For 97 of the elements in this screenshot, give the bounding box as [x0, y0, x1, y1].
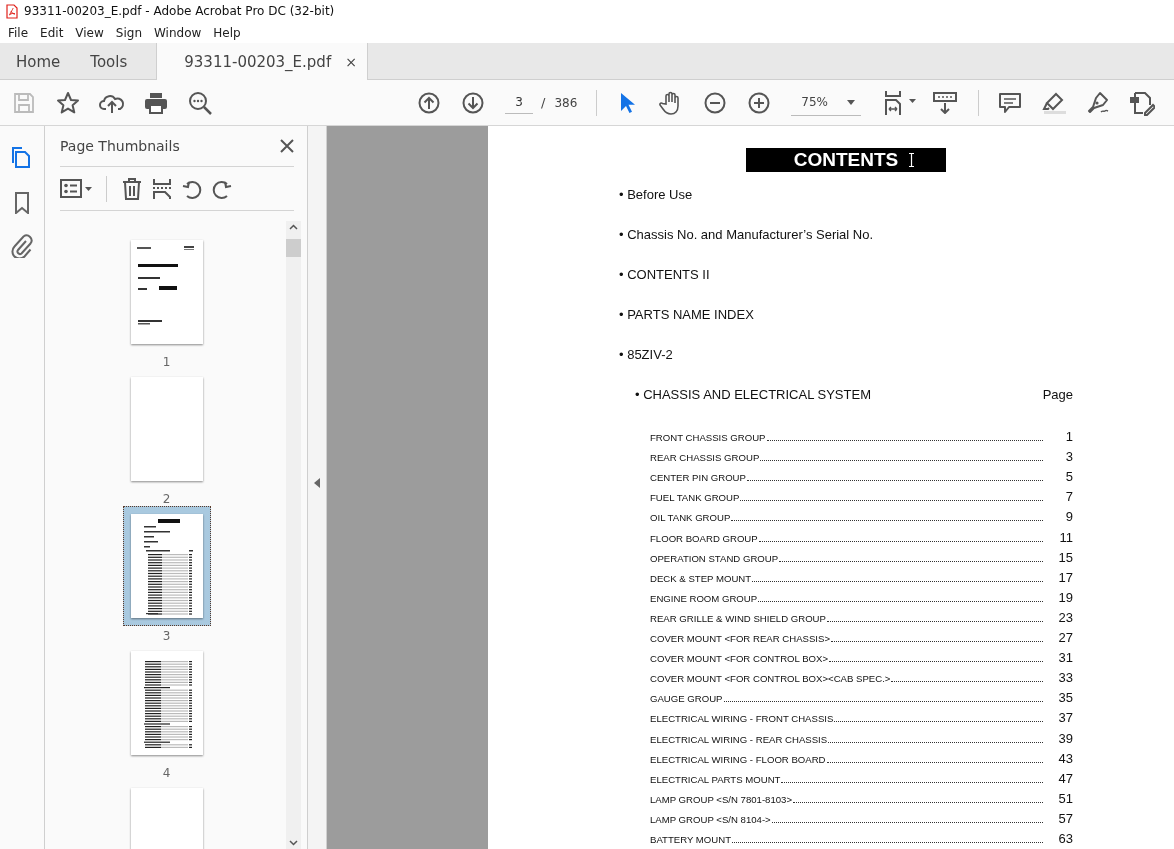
pdf-file-icon — [6, 3, 18, 19]
scrollbar[interactable] — [286, 221, 301, 849]
entry-title: LAMP GROUP <S/N 7801-8103> — [650, 793, 793, 806]
entry-page-number: 51 — [1057, 791, 1073, 806]
entry-page-number: 3 — [1064, 450, 1073, 465]
page-number-label: 2 — [162, 492, 171, 506]
entry-title: ELECTRICAL WIRING - FRONT CHASSIS — [650, 713, 834, 726]
collapse-arrow-icon[interactable] — [314, 477, 320, 488]
entry-title: COVER MOUNT <FOR CONTROL BOX><CAB SPEC.> — [650, 673, 891, 686]
search-icon — [188, 90, 212, 115]
entry-title: ELECTRICAL PARTS MOUNT — [650, 773, 781, 786]
contents-item: • 85ZIV-2 — [619, 346, 674, 364]
page-thumbnail[interactable] — [122, 506, 211, 626]
paperclip-icon[interactable] — [10, 234, 34, 258]
entry-title: FRONT CHASSIS GROUP — [650, 432, 766, 445]
menu-item[interactable]: File — [2, 25, 35, 40]
contents-item: • Before Use — [619, 186, 694, 204]
entry-title: REAR CHASSIS GROUP — [650, 452, 760, 465]
menu-item[interactable]: Edit — [34, 25, 70, 40]
highlighter-icon — [1042, 90, 1067, 115]
contents-item: • PARTS NAME INDEX — [619, 306, 755, 324]
scroll-thumb[interactable] — [286, 239, 301, 257]
contents-heading: CONTENTS — [746, 148, 946, 172]
entry-page-number: 33 — [1057, 671, 1073, 686]
tab[interactable]: 93311-00203_E.pdf × — [156, 43, 368, 80]
page-number-field[interactable]: 3 — [505, 91, 533, 114]
entry-title: FLOOR BOARD GROUP — [650, 532, 758, 545]
entry-page-number: 63 — [1057, 831, 1073, 846]
page-number-label: 3 — [162, 629, 171, 643]
page-separator: / — [541, 95, 546, 110]
page-number-label: 4 — [162, 766, 171, 780]
entry-title: ELECTRICAL WIRING - REAR CHASSIS — [650, 733, 828, 746]
entry-title: COVER MOUNT <FOR CONTROL BOX> — [650, 653, 829, 666]
edit-document-icon — [1129, 89, 1156, 116]
contents-item: • CONTENTS II — [619, 266, 711, 284]
menu-item[interactable]: Help — [207, 25, 247, 40]
entry-page-number: 15 — [1057, 550, 1073, 565]
tab[interactable]: Home — [0, 43, 76, 80]
entry-title: ELECTRICAL WIRING - FLOOR BOARD — [650, 753, 826, 766]
entry-title: OPERATION STAND GROUP — [650, 552, 779, 565]
page-split-icon — [151, 177, 173, 200]
entry-page-number: 47 — [1057, 771, 1073, 786]
tab[interactable]: Tools — [75, 43, 143, 80]
page-count: 386 — [554, 95, 578, 110]
entry-page-number: 11 — [1058, 530, 1073, 545]
page-column-header: Page — [1042, 386, 1073, 404]
panel-title: Page Thumbnails — [60, 138, 180, 154]
entry-page-number: 35 — [1057, 691, 1073, 706]
entry-page-number: 43 — [1057, 751, 1073, 766]
entry-page-number: 57 — [1057, 811, 1073, 826]
entry-title: LAMP GROUP <S/N 8104-> — [650, 813, 771, 826]
entry-page-number: 37 — [1057, 711, 1073, 726]
menu-item[interactable]: View — [69, 25, 110, 40]
delete-page-button[interactable] — [121, 175, 143, 202]
scroll-page-icon — [933, 91, 958, 114]
menu-item[interactable]: Sign — [109, 25, 148, 40]
entry-title: BATTERY MOUNT — [650, 833, 732, 846]
close-tab-button[interactable]: × — [345, 53, 357, 70]
trash-icon — [121, 177, 143, 200]
entry-page-number: 27 — [1057, 631, 1073, 646]
list-options-icon — [60, 178, 92, 199]
scroll-down-icon[interactable] — [289, 840, 298, 846]
entry-title: OIL TANK GROUP — [650, 512, 731, 525]
window-title: 93311-00203_E.pdf - Adobe Acrobat Pro DC (32-bit) — [24, 4, 335, 18]
entry-title: FUEL TANK GROUP — [650, 492, 740, 505]
zoom-in-icon — [748, 91, 771, 114]
comment-icon — [998, 91, 1023, 114]
zoom-out-icon — [704, 91, 727, 114]
section-title: • CHASSIS AND ELECTRICAL SYSTEM — [635, 386, 871, 404]
entry-title: REAR GRILLE & WIND SHIELD GROUP — [650, 612, 826, 625]
caret-icon — [847, 99, 856, 105]
entry-page-number: 5 — [1064, 470, 1073, 485]
contents-item: • Chassis No. and Manufacturer’s Serial No. — [619, 226, 875, 244]
entry-page-number: 17 — [1057, 570, 1073, 585]
menu-item[interactable]: Window — [148, 25, 208, 40]
entry-page-number: 7 — [1064, 490, 1073, 505]
entry-title: ENGINE ROOM GROUP — [650, 592, 758, 605]
text-cursor-icon — [908, 153, 915, 167]
printer-icon — [144, 91, 168, 114]
close-icon[interactable] — [280, 139, 294, 153]
entry-page-number: 23 — [1057, 610, 1073, 625]
page-number-label: 1 — [162, 355, 171, 369]
star-icon — [56, 90, 80, 115]
entry-page-number: 31 — [1057, 651, 1073, 666]
arrow-up-circle-icon — [418, 91, 440, 114]
entry-page-number: 9 — [1064, 510, 1073, 525]
entry-page-number: 1 — [1064, 430, 1073, 445]
entry-title: GAUGE GROUP — [650, 693, 723, 706]
entry-title: DECK & STEP MOUNT — [650, 572, 752, 585]
entry-page-number: 19 — [1057, 590, 1073, 605]
scroll-up-icon[interactable] — [289, 224, 298, 230]
entry-title: COVER MOUNT <FOR REAR CHASSIS> — [650, 633, 830, 646]
zoom-dropdown[interactable]: 75% — [791, 89, 862, 116]
entry-title: CENTER PIN GROUP — [650, 472, 746, 485]
save-icon — [13, 91, 35, 114]
entry-page-number: 39 — [1057, 731, 1073, 746]
arrow-down-circle-icon — [462, 91, 484, 114]
